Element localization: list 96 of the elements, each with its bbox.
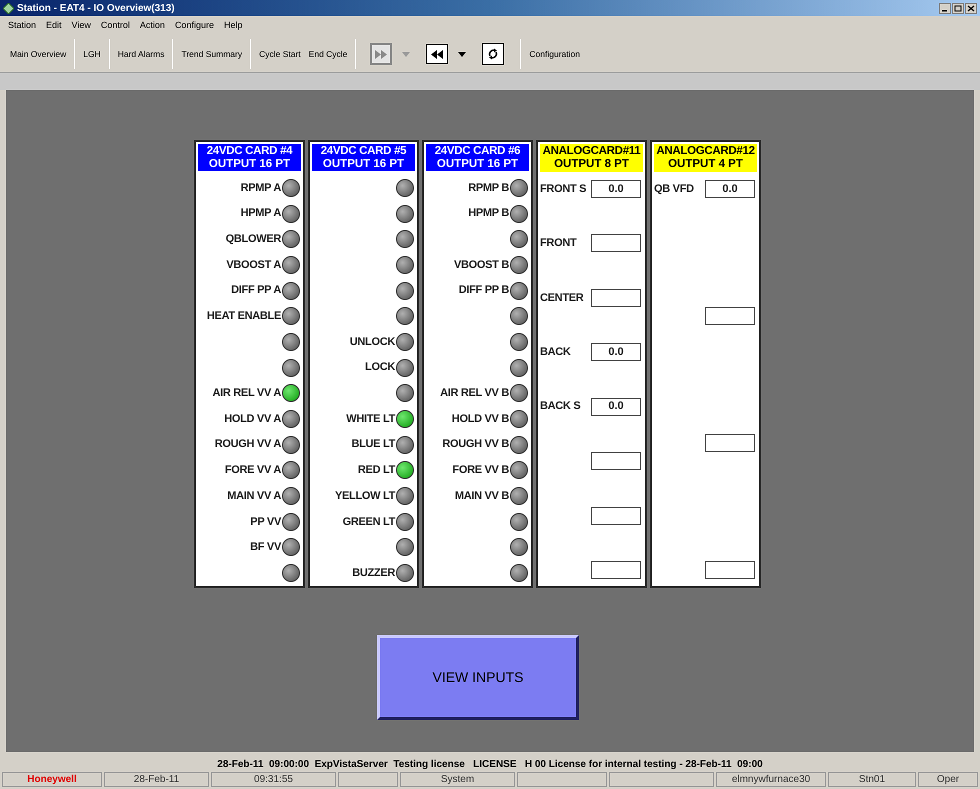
point-label: BF VV — [250, 540, 281, 556]
status-cell: 28-Feb-11 — [104, 772, 209, 787]
card-subtitle: OUTPUT 16 PT — [208, 158, 290, 170]
toolbar-button[interactable]: LGH — [81, 48, 103, 60]
menu-item[interactable]: Station — [8, 19, 36, 33]
menu-item[interactable]: Action — [140, 19, 165, 33]
point-label: DIFF PP A — [231, 283, 281, 298]
card-subtitle: OUTPUT 4 PT — [668, 158, 743, 171]
maximize-button[interactable] — [952, 2, 964, 14]
point-label: FRONT S — [540, 182, 586, 197]
value-field: 0.0 — [591, 180, 641, 198]
card-subtitle: OUTPUT 16 PT — [436, 158, 518, 170]
value-field — [591, 560, 641, 579]
point-label: MAIN VV B — [454, 488, 509, 504]
caret-icon[interactable] — [458, 52, 466, 56]
point-label: FRONT — [540, 236, 576, 252]
value-field — [705, 434, 755, 452]
toolbar-button[interactable]: Trend Summary — [179, 48, 244, 60]
status-cell: 09:31:55 — [211, 772, 336, 787]
point-label: WHITE LT — [346, 412, 395, 427]
card-title: ANALOGCARD#11 — [542, 145, 640, 158]
refresh-button[interactable] — [482, 43, 504, 65]
point-label: AIR REL VV B — [440, 386, 509, 402]
close-button[interactable] — [965, 2, 977, 14]
value-field — [591, 506, 641, 525]
value-field — [705, 307, 755, 325]
card-title: 24VDC CARD #5 — [320, 144, 406, 158]
point-label: MAIN VV A — [227, 488, 281, 504]
fast-forward-icon — [375, 50, 388, 58]
point-label: BACK — [540, 345, 571, 360]
status-cell — [338, 772, 398, 787]
point-label: PP VV — [250, 514, 281, 530]
point-label: DIFF PP B — [458, 283, 509, 298]
menu-item[interactable]: Help — [224, 19, 242, 33]
toolbar-button[interactable]: End Cycle — [306, 48, 350, 60]
point-label: BLUE LT — [351, 437, 395, 452]
refresh-icon — [487, 48, 500, 60]
point-label: QBLOWER — [226, 232, 281, 247]
rewind-button[interactable] — [426, 44, 448, 64]
status-cell: System — [400, 772, 515, 787]
card-title: 24VDC CARD #6 — [434, 144, 520, 158]
card-title: ANALOGCARD#12 — [656, 145, 755, 158]
point-label: VBOOST B — [454, 258, 509, 273]
rewind-icon — [431, 50, 444, 58]
point-label: FORE VV A — [224, 463, 281, 478]
point-label: ROUGH VV A — [214, 437, 281, 452]
value-field — [591, 452, 641, 470]
point-label: YELLOW LT — [334, 488, 395, 504]
status-cell: Honeywell — [2, 772, 102, 787]
point-label: HOLD VV A — [224, 412, 281, 427]
point-label: BACK S — [540, 399, 580, 414]
card-subtitle: OUTPUT 8 PT — [554, 158, 629, 171]
fast-forward-button[interactable] — [370, 43, 392, 65]
point-label: HPMP B — [468, 206, 509, 222]
point-label: HPMP A — [240, 206, 281, 222]
app-icon — [3, 2, 14, 14]
card-subtitle: OUTPUT 16 PT — [322, 158, 404, 170]
maximize-icon — [954, 4, 962, 12]
point-label: GREEN LT — [342, 514, 395, 530]
point-label: ROUGH VV B — [442, 437, 509, 452]
value-field: 0.0 — [705, 180, 755, 198]
view-inputs-button[interactable]: VIEW INPUTS — [377, 635, 579, 720]
point-label: VBOOST A — [226, 258, 281, 273]
value-field — [705, 561, 755, 579]
point-label: CENTER — [540, 290, 584, 306]
menu-item[interactable]: Control — [100, 19, 130, 33]
point-label: LOCK — [365, 360, 395, 376]
value-field: 0.0 — [591, 343, 641, 362]
point-label: AIR REL VV A — [212, 386, 281, 402]
toolbar-button[interactable]: Cycle Start — [257, 48, 303, 60]
status-message: 28-Feb-11 09:00:00 ExpVistaServer Testing license LICENSE H 00 License for internal testing - 28-Feb-11 09:00 — [217, 758, 763, 772]
point-label: RPMP A — [240, 180, 281, 196]
menu-item[interactable]: Edit — [46, 19, 62, 33]
point-label: RPMP B — [468, 180, 509, 196]
point-label: HOLD VV B — [452, 412, 509, 427]
point-label: QB VFD — [654, 182, 694, 197]
value-field: 0.0 — [591, 398, 641, 416]
point-label: UNLOCK — [350, 334, 395, 350]
toolbar-button[interactable]: Configuration — [527, 48, 582, 60]
toolbar-button[interactable]: Main Overview — [8, 48, 68, 60]
window-title: Station - EAT4 - IO Overview(313) — [17, 2, 175, 16]
status-cell: Stn01 — [828, 772, 916, 787]
point-label: RED LT — [358, 463, 395, 478]
point-label: BUZZER — [352, 566, 395, 581]
menu-item[interactable]: View — [72, 19, 91, 33]
point-label: FORE VV B — [452, 463, 509, 478]
status-cell: elmnywfurnace30 — [716, 772, 826, 787]
card-title: 24VDC CARD #4 — [206, 144, 292, 158]
minimize-button[interactable] — [939, 2, 951, 14]
toolbar-button[interactable]: Hard Alarms — [116, 48, 166, 60]
value-field — [591, 288, 641, 307]
value-field — [591, 234, 641, 252]
close-icon — [967, 4, 975, 12]
menu-item[interactable]: Configure — [174, 19, 214, 33]
status-cell: Oper — [918, 772, 978, 787]
point-label: HEAT ENABLE — [206, 309, 281, 324]
